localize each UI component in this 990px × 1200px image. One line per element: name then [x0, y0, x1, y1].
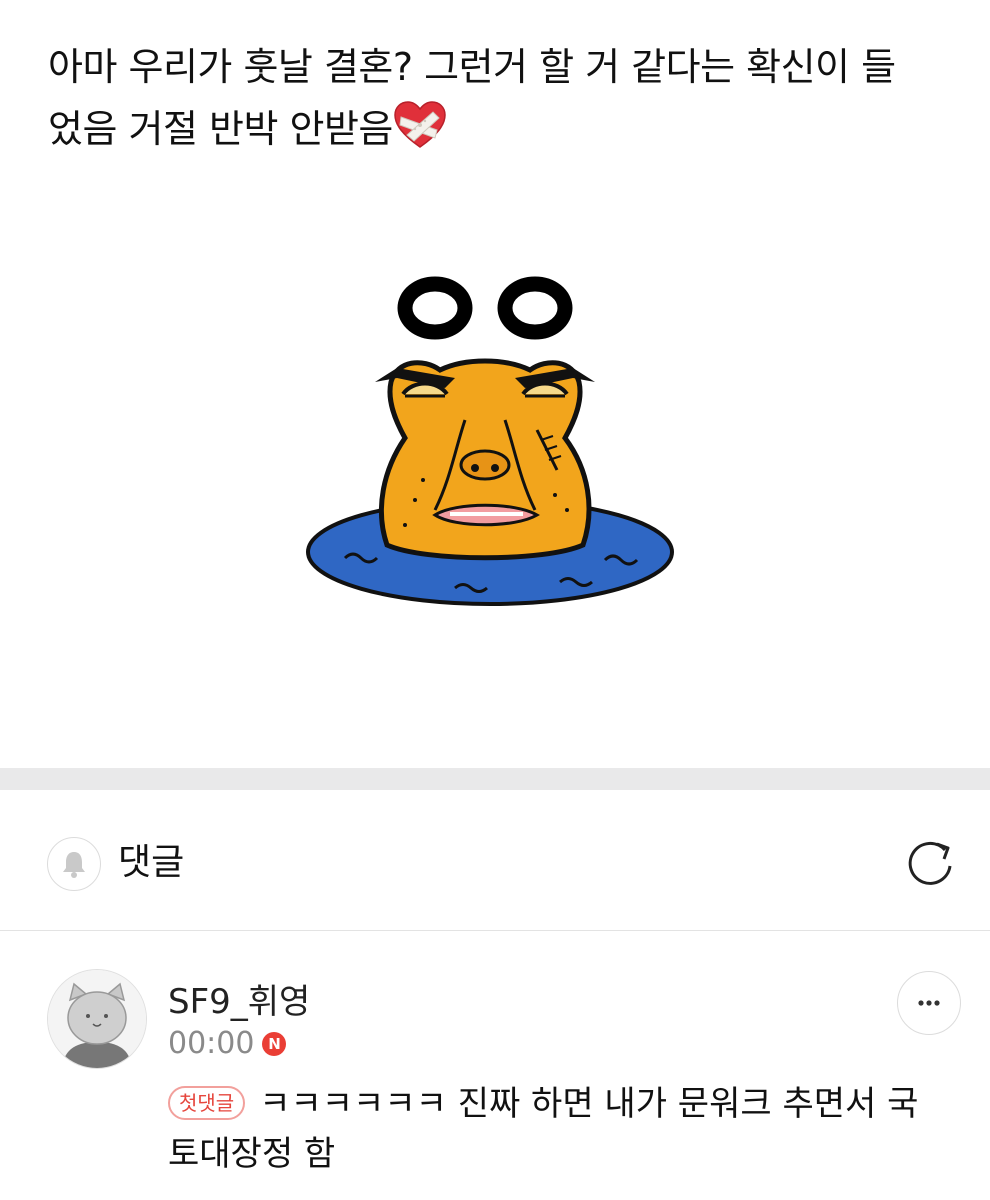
- more-icon: [918, 1000, 940, 1006]
- comments-title: 댓글: [118, 842, 185, 883]
- comment-username[interactable]: SF9_휘영: [168, 981, 310, 1023]
- post-page: 아마 우리가 훗날 결혼? 그런거 할 거 같다는 확신이 들 었음 거절 반박…: [0, 0, 990, 1200]
- mending-heart-icon: [394, 101, 446, 148]
- comment-body: 첫댓글 ㅋㅋㅋㅋㅋㅋ 진짜 하면 내가 문워크 추면서 국 토대장정 함: [168, 1079, 958, 1179]
- notification-bell-button[interactable]: [47, 837, 101, 891]
- post-text-line-2: 었음 거절 반박 안받음: [48, 98, 948, 160]
- post-text-line-2-text: 었음 거절 반박 안받음: [48, 107, 393, 151]
- refresh-icon[interactable]: [903, 836, 957, 890]
- comment-timestamp: 00:00: [168, 1026, 255, 1061]
- cat-avatar-icon: [48, 970, 146, 1068]
- comment-line-1: 첫댓글 ㅋㅋㅋㅋㅋㅋ 진짜 하면 내가 문워크 추면서 국: [168, 1079, 958, 1129]
- first-comment-badge: 첫댓글: [168, 1086, 246, 1120]
- frog-sticker-icon: ㅇㅇ: [306, 270, 674, 606]
- bell-icon: [63, 852, 85, 878]
- sticker-caption: ㅇㅇ: [306, 270, 308, 272]
- more-options-button[interactable]: [897, 971, 961, 1035]
- comment-meta: 00:00 N: [168, 1026, 287, 1062]
- comments-header: 댓글: [0, 790, 990, 931]
- comment-text-line-2: 토대장정 함: [168, 1134, 336, 1174]
- comment-item: SF9_휘영 00:00 N 첫댓글 ㅋㅋㅋㅋㅋㅋ 진짜 하면 내가 문워크 추면…: [0, 931, 990, 1200]
- comment-text-line-1: ㅋㅋㅋㅋㅋㅋ 진짜 하면 내가 문워크 추면서 국: [259, 1084, 919, 1124]
- section-divider: [0, 768, 990, 790]
- post-text: 아마 우리가 훗날 결혼? 그런거 할 거 같다는 확신이 들 었음 거절 반박…: [48, 36, 948, 160]
- post-text-line-1: 아마 우리가 훗날 결혼? 그런거 할 거 같다는 확신이 들: [48, 45, 896, 89]
- new-badge: N: [262, 1032, 287, 1056]
- avatar[interactable]: [47, 969, 147, 1069]
